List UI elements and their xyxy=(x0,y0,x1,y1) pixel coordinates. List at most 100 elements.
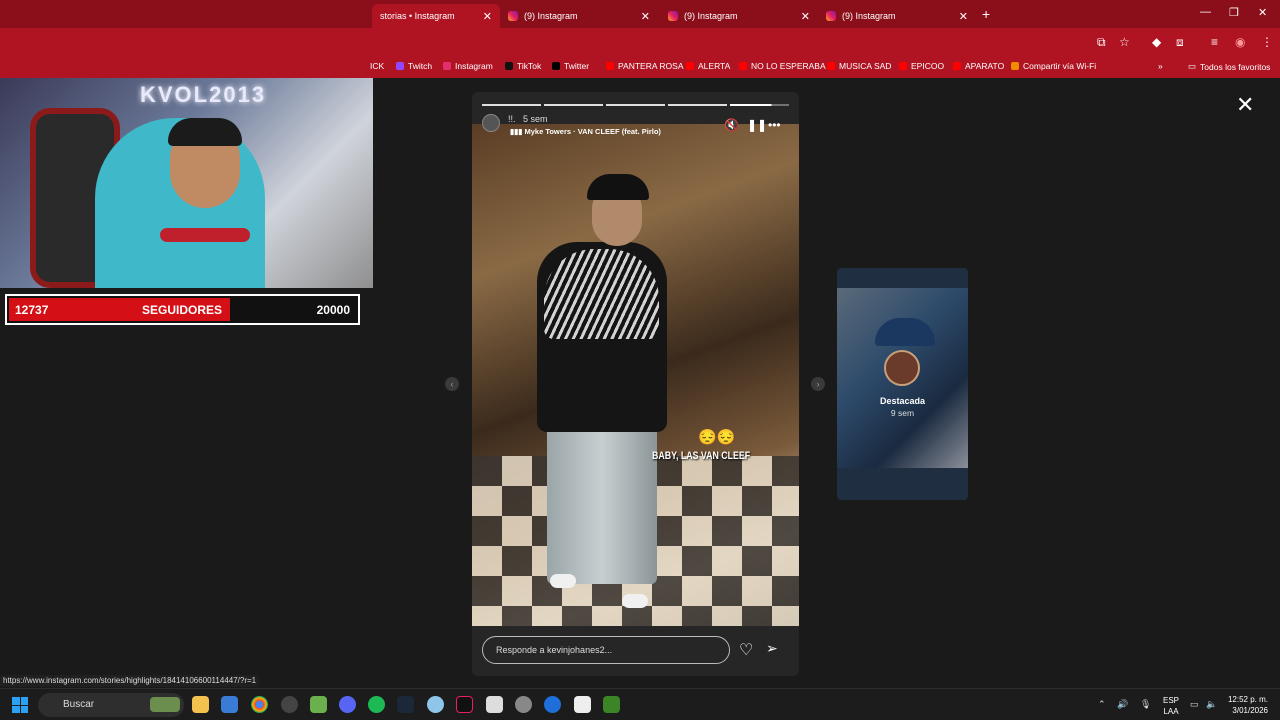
close-viewer-icon[interactable]: ✕ xyxy=(1236,92,1254,118)
install-app-icon[interactable]: ⧉ xyxy=(1097,35,1106,50)
extension-diamond-icon[interactable]: ◆ xyxy=(1152,35,1161,49)
vlc-icon xyxy=(1011,62,1019,70)
story-emoji: 😔😔 xyxy=(698,429,736,446)
app-icon[interactable] xyxy=(427,696,444,713)
file-explorer-icon[interactable] xyxy=(192,696,209,713)
all-bookmarks-folder[interactable]: ▭ Todos los favoritos xyxy=(1188,61,1270,72)
reply-input[interactable]: Responde a kevinjohanes2... xyxy=(482,636,730,664)
followers-label: SEGUIDORES xyxy=(142,303,223,317)
bookmark-alerta[interactable]: ALERTA xyxy=(686,61,730,71)
bookmark-twitch[interactable]: Twitch xyxy=(396,61,432,71)
previous-story-arrow-icon[interactable]: ‹ xyxy=(445,377,459,391)
microphone-icon[interactable]: 🎙 xyxy=(1140,699,1151,710)
app-icon[interactable] xyxy=(544,696,561,713)
clock[interactable]: 12:52 p. m. 3/01/2026 xyxy=(1226,694,1268,716)
story-progress-bar xyxy=(482,104,789,106)
highlight-time: 9 sem xyxy=(890,408,915,418)
tab-stories[interactable]: storias • Instagram ✕ xyxy=(372,4,500,28)
highlight-title: Destacada xyxy=(879,396,926,406)
network-icon[interactable]: ▭ xyxy=(1190,699,1199,710)
menu-icon[interactable]: ⋮ xyxy=(1261,35,1273,49)
story-time: 5 sem xyxy=(523,114,548,124)
restore-icon[interactable]: ❐ xyxy=(1229,6,1239,19)
muted-icon[interactable]: 🔇 xyxy=(724,118,739,132)
tiktok-icon xyxy=(505,62,513,70)
bluestacks-icon[interactable] xyxy=(310,696,327,713)
story-header[interactable]: !!. 5 sem xyxy=(508,114,548,124)
tab-instagram-1[interactable]: (9) Instagram ✕ xyxy=(500,4,658,28)
story-avatar[interactable] xyxy=(482,114,500,132)
bookmark-star-icon[interactable]: ☆ xyxy=(1119,35,1130,49)
browser-toolbar: ⧉ ☆ ◆ ⧈ ≡ ◉ ⋮ xyxy=(0,28,1280,56)
new-tab-button[interactable]: + xyxy=(982,6,990,22)
story-progress-segment xyxy=(482,104,541,106)
bookmark-ick[interactable]: ICK xyxy=(370,61,384,71)
bookmark-instagram[interactable]: Instagram xyxy=(443,61,493,71)
pause-icon[interactable]: ❚❚ xyxy=(747,118,767,132)
shoe xyxy=(622,594,648,608)
spotify-icon[interactable] xyxy=(368,696,385,713)
wing-print xyxy=(544,249,659,339)
story-progress-segment xyxy=(668,104,727,106)
chevron-up-icon[interactable]: ⌃ xyxy=(1098,699,1106,710)
minecraft-icon[interactable] xyxy=(603,696,620,713)
bookmark-musica-sad[interactable]: MUSICA SAD xyxy=(827,61,891,71)
tab-title: (9) Instagram xyxy=(524,11,578,21)
more-options-icon[interactable]: ••• xyxy=(768,118,781,132)
app-icon[interactable] xyxy=(281,696,298,713)
next-highlight-preview[interactable]: Destacada 9 sem xyxy=(837,268,968,500)
chrome-icon[interactable] xyxy=(251,696,268,713)
store-icon[interactable] xyxy=(221,696,238,713)
bookmark-compartir-wifi[interactable]: Compartir vía Wi-Fi xyxy=(1011,61,1096,71)
close-tab-icon[interactable]: ✕ xyxy=(641,10,650,23)
bookmark-aparato[interactable]: APARATO xyxy=(953,61,1004,71)
like-heart-icon[interactable]: ♡ xyxy=(739,640,753,660)
story-caption: BABY, LAS VAN CLEEF xyxy=(652,450,751,462)
volume-icon[interactable]: 🔈 xyxy=(1206,699,1217,710)
more-bookmarks-button[interactable]: » xyxy=(1158,61,1163,71)
bookmark-tiktok[interactable]: TikTok xyxy=(505,61,541,71)
media-controls-icon[interactable]: ≡ xyxy=(1211,35,1218,49)
bookmark-pantera-rosa[interactable]: PANTERA ROSA xyxy=(606,61,684,71)
minimize-icon[interactable]: — xyxy=(1200,6,1211,18)
speaker-icon[interactable]: 🔊 xyxy=(1117,699,1128,710)
next-story-arrow-icon[interactable]: › xyxy=(811,377,825,391)
close-tab-icon[interactable]: ✕ xyxy=(801,10,810,23)
capcut-icon[interactable] xyxy=(574,696,591,713)
instagram-icon xyxy=(826,11,836,21)
discord-icon[interactable] xyxy=(339,696,356,713)
tab-strip: storias • Instagram ✕ (9) Instagram ✕ (9… xyxy=(0,0,1280,28)
close-window-icon[interactable]: ✕ xyxy=(1258,6,1267,19)
language-indicator[interactable]: ESP LAA xyxy=(1162,695,1180,717)
x-icon xyxy=(552,62,560,70)
windows-start-icon[interactable] xyxy=(12,697,28,713)
story-photo xyxy=(472,124,799,626)
status-url: https://www.instagram.com/stories/highli… xyxy=(0,675,260,687)
search-highlight-image xyxy=(150,697,180,712)
streamer-hair xyxy=(168,118,242,146)
notepad-icon[interactable] xyxy=(486,696,503,713)
send-icon[interactable]: ➢ xyxy=(766,640,778,657)
youtube-icon xyxy=(739,62,747,70)
story-card[interactable]: !!. 5 sem ▮▮▮ Myke Towers · VAN CLEEF (f… xyxy=(472,92,799,676)
shoe xyxy=(550,574,576,588)
bookmark-twitter[interactable]: Twitter xyxy=(552,61,589,71)
close-tab-icon[interactable]: ✕ xyxy=(959,10,968,23)
profile-avatar-icon[interactable]: ◉ xyxy=(1235,35,1245,49)
instagram-story-viewer: KVOL2013 12737 SEGUIDORES 20000 !!. 5 se… xyxy=(0,78,1280,688)
taskbar: ⌕ Buscar ⌃ 🔊 🎙 ESP LAA ▭ 🔈 12:52 p. m. 3… xyxy=(0,688,1280,720)
story-song[interactable]: ▮▮▮ Myke Towers · VAN CLEEF (feat. Pirlo… xyxy=(510,127,661,136)
youtube-icon xyxy=(606,62,614,70)
bookmark-epicoo[interactable]: EPICOO xyxy=(899,61,944,71)
tab-instagram-3[interactable]: (9) Instagram ✕ xyxy=(818,4,976,28)
instagram-icon xyxy=(508,11,518,21)
neon-logo: KVOL2013 xyxy=(140,82,267,107)
extensions-icon[interactable]: ⧈ xyxy=(1176,35,1184,50)
steam-icon[interactable] xyxy=(397,696,414,713)
tiktok-icon[interactable] xyxy=(456,696,473,713)
settings-icon[interactable] xyxy=(515,696,532,713)
preview-cap xyxy=(875,318,935,346)
close-tab-icon[interactable]: ✕ xyxy=(483,10,492,23)
bookmark-no-lo-esperaba[interactable]: NO LO ESPERABA xyxy=(739,61,826,71)
tab-instagram-2[interactable]: (9) Instagram ✕ xyxy=(660,4,818,28)
